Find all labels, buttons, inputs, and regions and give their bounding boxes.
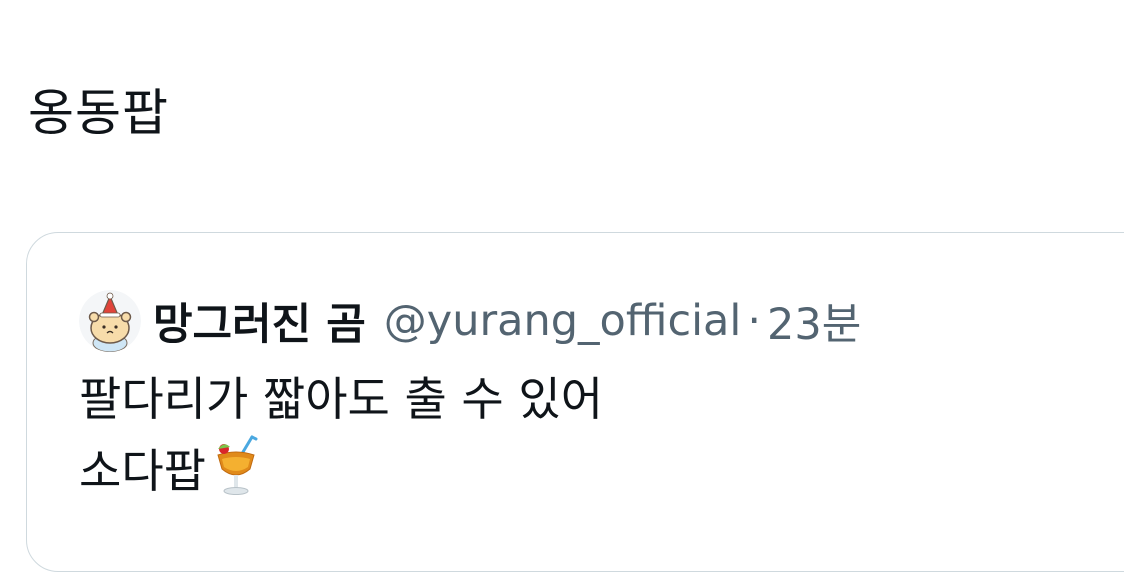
quoted-tweet-line: 소다팝	[79, 435, 603, 507]
tropical-drink-icon	[214, 435, 258, 497]
quoted-tweet-line-text: 소다팝	[79, 444, 206, 498]
user-handle[interactable]: @yurang_official	[384, 296, 742, 346]
separator-dot: ·	[747, 296, 761, 346]
tweet-text: 옹동팝	[28, 84, 169, 142]
quoted-tweet-body: 팔다리가 짧아도 출 수 있어 소다팝	[79, 363, 603, 507]
quoted-tweet-header: 망그러진 곰 @yurang_official · 23분	[79, 289, 861, 353]
display-name[interactable]: 망그러진 곰	[153, 290, 366, 352]
avatar[interactable]	[79, 290, 141, 352]
bear-avatar-icon	[79, 290, 141, 352]
quoted-tweet-card[interactable]: 망그러진 곰 @yurang_official · 23분 팔다리가 짧아도 출…	[26, 232, 1124, 572]
quoted-tweet-line: 팔다리가 짧아도 출 수 있어	[79, 372, 604, 426]
timestamp[interactable]: 23분	[767, 290, 861, 352]
